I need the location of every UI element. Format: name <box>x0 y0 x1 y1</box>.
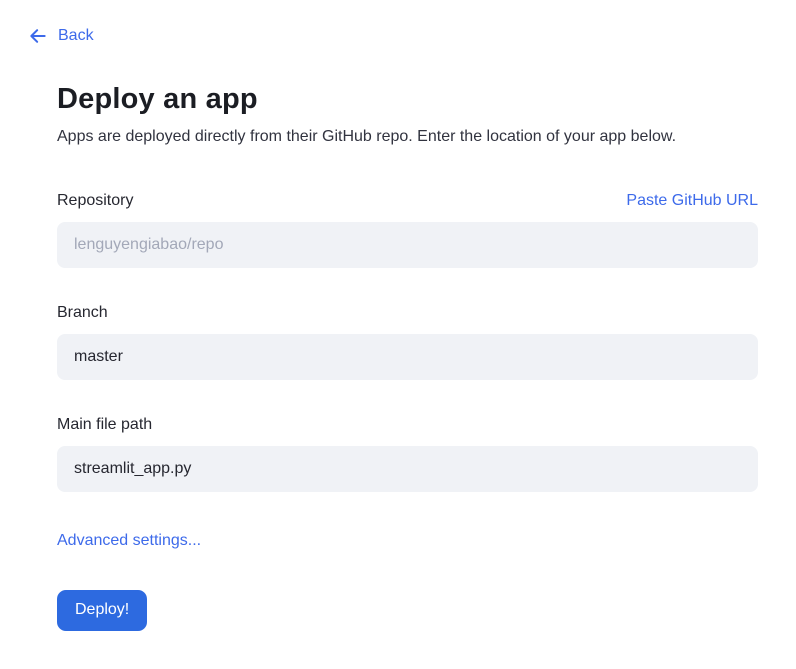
branch-field-group: Branch <box>57 304 758 381</box>
back-label: Back <box>58 27 94 44</box>
page-title: Deploy an app <box>57 83 258 115</box>
deploy-button[interactable]: Deploy! <box>57 590 148 632</box>
main-file-path-label: Main file path <box>57 416 153 434</box>
deploy-form: Repository Paste GitHub URL Branch Main … <box>57 192 758 632</box>
advanced-settings-link[interactable]: Advanced settings... <box>57 532 201 550</box>
arrow-left-icon <box>28 26 48 46</box>
deploy-app-page: Deploy an app Apps are deployed directly… <box>0 83 796 632</box>
main-file-path-input[interactable] <box>57 446 758 493</box>
repository-field-group: Repository Paste GitHub URL <box>57 192 758 269</box>
repository-input[interactable] <box>57 222 758 269</box>
deploy-button-row: Deploy! <box>57 550 758 632</box>
paste-github-url-link[interactable]: Paste GitHub URL <box>626 192 758 210</box>
main-file-path-field-group: Main file path <box>57 416 758 493</box>
topbar: Back <box>0 0 796 51</box>
branch-input[interactable] <box>57 334 758 381</box>
repository-label: Repository <box>57 192 134 210</box>
back-button[interactable]: Back <box>28 26 94 46</box>
page-subtitle: Apps are deployed directly from their Gi… <box>57 128 677 145</box>
branch-label: Branch <box>57 304 108 322</box>
